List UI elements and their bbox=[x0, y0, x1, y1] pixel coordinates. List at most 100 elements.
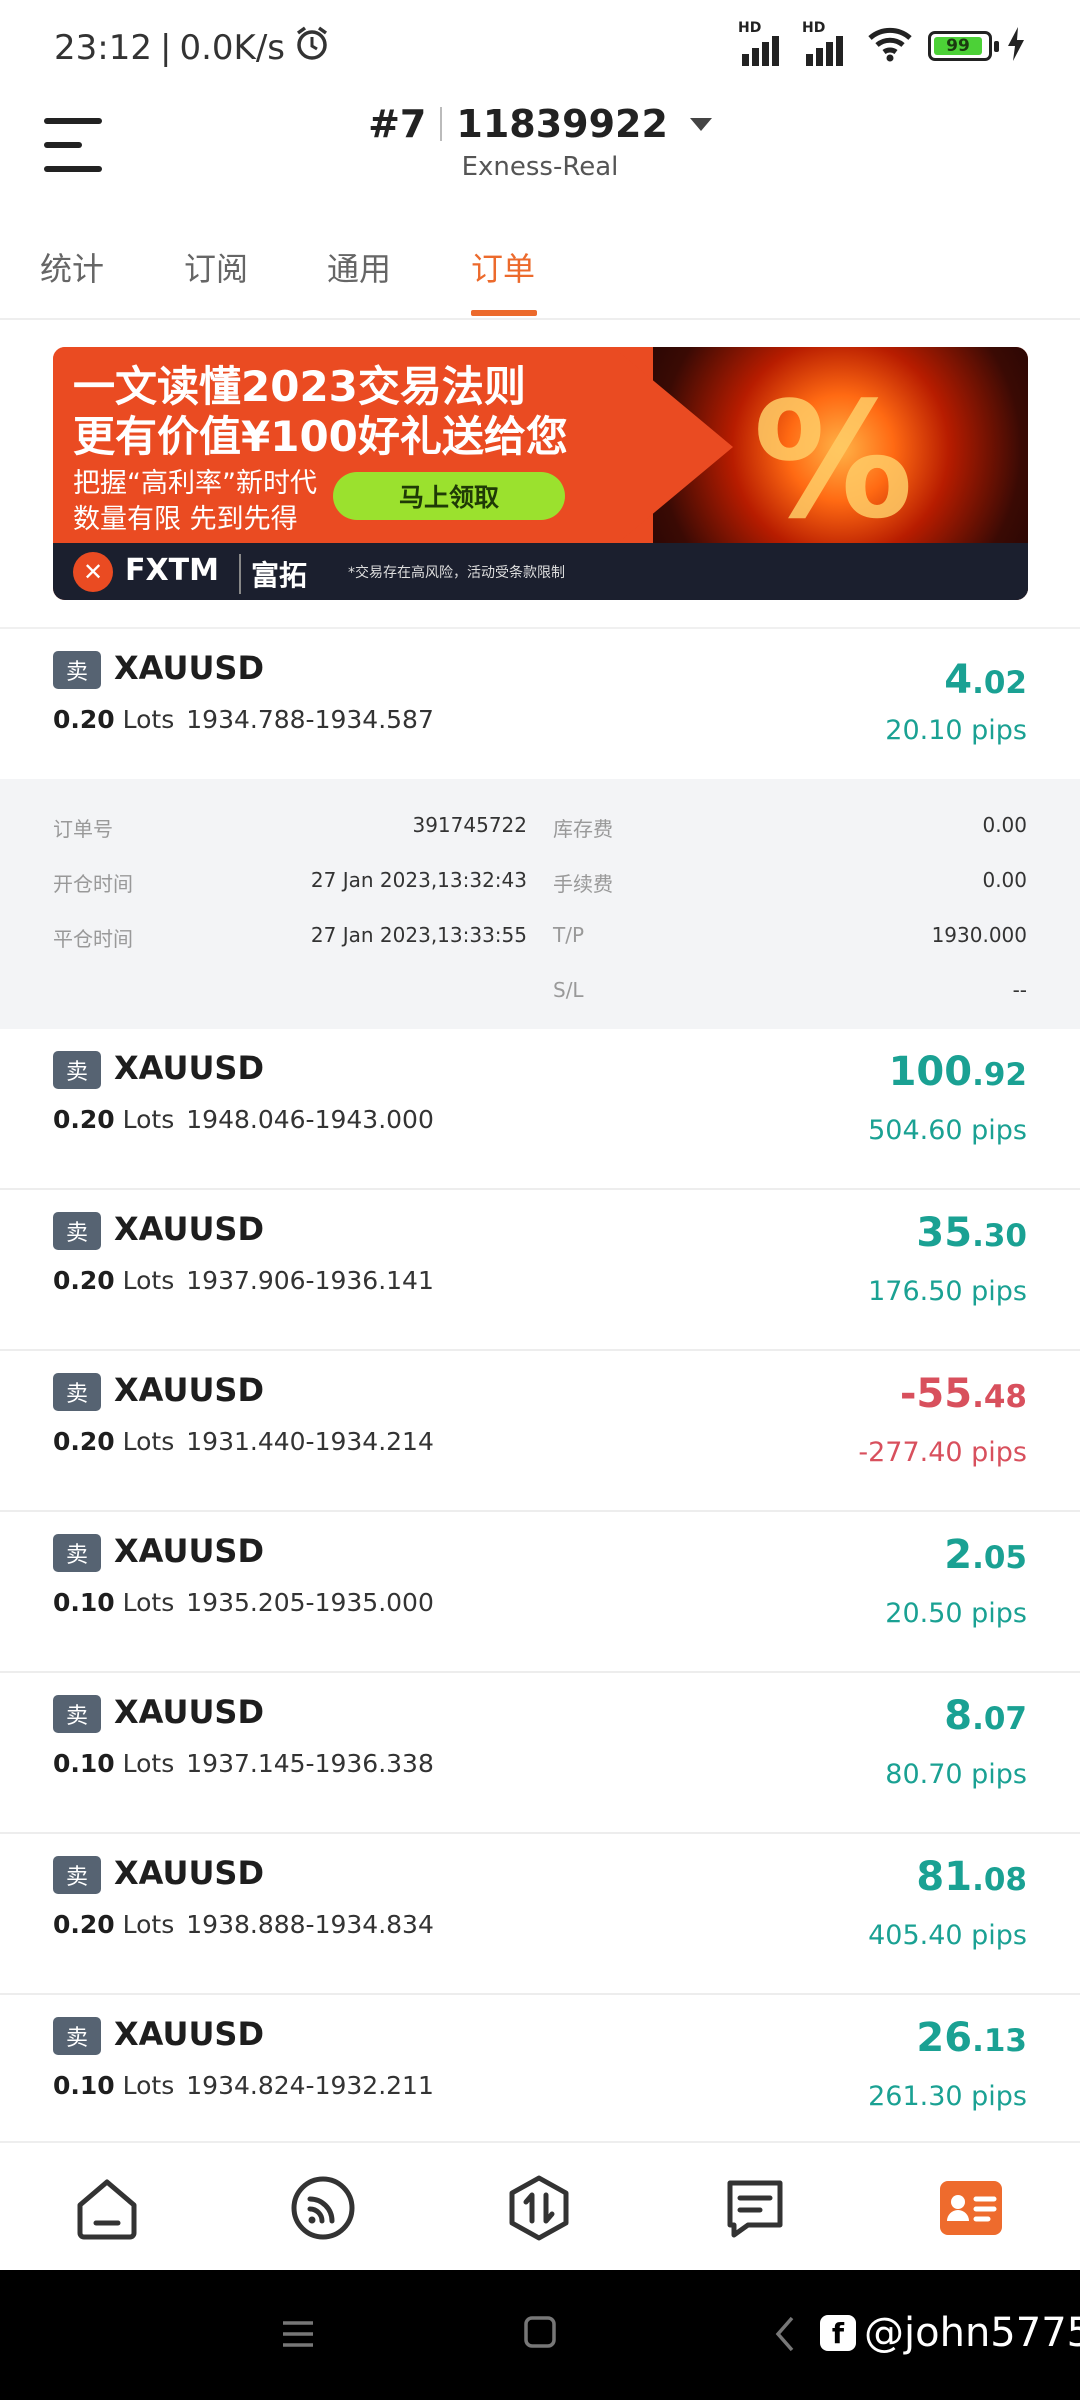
order-symbol: XAUUSD bbox=[114, 1210, 265, 1248]
order-profit: 4.02 bbox=[944, 657, 1027, 703]
tab-bar: 统计 订阅 通用 订单 bbox=[0, 230, 1080, 320]
label-sl: S/L bbox=[553, 978, 584, 1002]
order-row[interactable]: 卖 XAUUSD 0.20 Lots 1931.440-1934.214 -55… bbox=[0, 1351, 1080, 1512]
banner-claim-button[interactable]: 马上领取 bbox=[333, 472, 565, 520]
order-prices: 1931.440-1934.214 bbox=[186, 1427, 434, 1456]
order-lots-unit: Lots bbox=[122, 1105, 175, 1134]
label-order-no: 订单号 bbox=[53, 817, 113, 841]
order-row[interactable]: 卖 XAUUSD 0.10 Lots 1937.145-1936.338 8.0… bbox=[0, 1673, 1080, 1834]
value-open-time: 27 Jan 2023,13:32:43 bbox=[310, 868, 527, 892]
sell-badge: 卖 bbox=[53, 2017, 101, 2055]
facebook-icon: f bbox=[820, 2315, 856, 2351]
order-pips: 405.40 pips bbox=[868, 1920, 1027, 1951]
battery-level: 99 bbox=[946, 36, 970, 56]
order-symbol: XAUUSD bbox=[114, 649, 265, 687]
order-lots-line: 0.20 Lots 1938.888-1934.834 bbox=[53, 1910, 434, 1939]
trade-icon[interactable] bbox=[504, 2173, 574, 2243]
order-symbol: XAUUSD bbox=[114, 1854, 265, 1892]
tab-general[interactable]: 通用 bbox=[327, 244, 391, 290]
order-prices: 1937.145-1936.338 bbox=[186, 1749, 434, 1778]
menu-icon[interactable] bbox=[44, 118, 102, 172]
order-lots-unit: Lots bbox=[122, 1427, 175, 1456]
order-symbol: XAUUSD bbox=[114, 1049, 265, 1087]
system-home-icon[interactable] bbox=[522, 2314, 558, 2354]
fxtm-logo-icon: ✕ bbox=[73, 552, 113, 592]
system-nav-bar: f @john5775 bbox=[0, 2270, 1080, 2400]
battery-icon: 99 bbox=[928, 31, 999, 61]
order-profit: 2.05 bbox=[944, 1532, 1027, 1578]
order-symbol: XAUUSD bbox=[114, 2015, 265, 2053]
order-lots-unit: Lots bbox=[122, 1749, 175, 1778]
dropdown-caret-icon[interactable] bbox=[689, 117, 712, 131]
system-back-icon[interactable] bbox=[774, 2314, 798, 2358]
order-lots-line: 0.20 Lots 1948.046-1943.000 bbox=[53, 1105, 434, 1134]
value-close-time: 27 Jan 2023,13:33:55 bbox=[310, 923, 527, 947]
order-pips: 261.30 pips bbox=[868, 2081, 1027, 2112]
label-tp: T/P bbox=[553, 923, 585, 947]
order-lots-line: 0.20 Lots 1931.440-1934.214 bbox=[53, 1427, 434, 1456]
order-pips: 80.70 pips bbox=[885, 1759, 1027, 1790]
order-pips: 176.50 pips bbox=[868, 1276, 1027, 1307]
promo-banner[interactable]: % 一文读懂2023交易法则 更有价值¥100好礼送给您 把握“高利率”新时代 … bbox=[53, 347, 1028, 600]
label-commission: 手续费 bbox=[553, 872, 613, 896]
sell-badge: 卖 bbox=[53, 1695, 101, 1733]
order-row[interactable]: 卖 XAUUSD 0.10 Lots 1934.824-1932.211 26.… bbox=[0, 1995, 1080, 2156]
brand-name-cn: 富拓 bbox=[239, 554, 307, 594]
brand-name: FXTM bbox=[125, 553, 219, 588]
banner-title-line2: 更有价值¥100好礼送给您 bbox=[73, 412, 568, 461]
account-switcher[interactable]: #7 11839922 Exness-Real bbox=[300, 102, 780, 182]
order-pips: -277.40 pips bbox=[858, 1437, 1027, 1468]
order-profit: 35.30 bbox=[916, 1210, 1027, 1256]
order-lots-line: 0.10 Lots 1937.145-1936.338 bbox=[53, 1749, 434, 1778]
tab-stats[interactable]: 统计 bbox=[40, 244, 104, 290]
order-symbol: XAUUSD bbox=[114, 1693, 265, 1731]
order-lots-unit: Lots bbox=[122, 2071, 175, 2100]
order-prices: 1934.788-1934.587 bbox=[186, 705, 434, 734]
status-net-speed: 0.0K/s bbox=[179, 27, 285, 68]
order-lots-unit: Lots bbox=[122, 1588, 175, 1617]
order-lots: 0.10 bbox=[53, 1588, 115, 1617]
signal-feed-icon[interactable] bbox=[288, 2173, 358, 2243]
order-profit: 81.08 bbox=[916, 1854, 1027, 1900]
bottom-nav bbox=[0, 2141, 1080, 2270]
order-profit: 8.07 bbox=[944, 1693, 1027, 1739]
tab-orders[interactable]: 订单 bbox=[471, 244, 535, 290]
sell-badge: 卖 bbox=[53, 651, 101, 689]
cellular-signal-icon: HD bbox=[738, 20, 788, 68]
order-lots-unit: Lots bbox=[122, 1910, 175, 1939]
profile-card-icon[interactable] bbox=[936, 2173, 1006, 2243]
alarm-icon bbox=[293, 24, 331, 71]
order-row[interactable]: 卖 XAUUSD 0.20 Lots 1948.046-1943.000 100… bbox=[0, 1029, 1080, 1190]
order-lots: 0.10 bbox=[53, 1749, 115, 1778]
banner-subtitle-line2: 数量有限 先到先得 bbox=[73, 504, 298, 535]
tab-subscriptions[interactable]: 订阅 bbox=[184, 244, 248, 290]
wifi-icon bbox=[866, 24, 914, 68]
message-icon[interactable] bbox=[720, 2173, 790, 2243]
status-left: 23:12 | 0.0K/s bbox=[54, 24, 331, 71]
order-row[interactable]: 卖 XAUUSD 0.20 Lots 1937.906-1936.141 35.… bbox=[0, 1190, 1080, 1351]
label-open-time: 开仓时间 bbox=[53, 872, 133, 896]
order-row[interactable]: 卖 XAUUSD 0.20 Lots 1938.888-1934.834 81.… bbox=[0, 1834, 1080, 1995]
order-lots: 0.20 bbox=[53, 1910, 115, 1939]
value-tp: 1930.000 bbox=[931, 923, 1027, 947]
order-prices: 1934.824-1932.211 bbox=[186, 2071, 434, 2100]
order-lots: 0.10 bbox=[53, 2071, 115, 2100]
order-lots-line: 0.20 Lots 1937.906-1936.141 bbox=[53, 1266, 434, 1295]
account-separator bbox=[440, 107, 443, 141]
order-row[interactable]: 卖 XAUUSD 0.10 Lots 1935.205-1935.000 2.0… bbox=[0, 1512, 1080, 1673]
order-prices: 1948.046-1943.000 bbox=[186, 1105, 434, 1134]
order-row[interactable]: 卖 XAUUSD 0.20 Lots 1934.788-1934.587 4.0… bbox=[0, 629, 1080, 779]
watermark-handle: @john5775 bbox=[864, 2310, 1080, 2356]
system-menu-icon[interactable] bbox=[280, 2316, 316, 2356]
sell-badge: 卖 bbox=[53, 1373, 101, 1411]
order-pips: 20.50 pips bbox=[885, 1598, 1027, 1629]
banner-footer: ✕ FXTM 富拓 *交易存在高风险，活动受条款限制 bbox=[53, 543, 1028, 600]
banner-disclaimer: *交易存在高风险，活动受条款限制 bbox=[348, 565, 565, 581]
status-time: 23:12 bbox=[54, 27, 152, 68]
order-lots-line: 0.10 Lots 1935.205-1935.000 bbox=[53, 1588, 434, 1617]
sell-badge: 卖 bbox=[53, 1856, 101, 1894]
order-lots-unit: Lots bbox=[122, 1266, 175, 1295]
order-symbol: XAUUSD bbox=[114, 1532, 265, 1570]
order-prices: 1935.205-1935.000 bbox=[186, 1588, 434, 1617]
home-icon[interactable] bbox=[72, 2173, 142, 2243]
